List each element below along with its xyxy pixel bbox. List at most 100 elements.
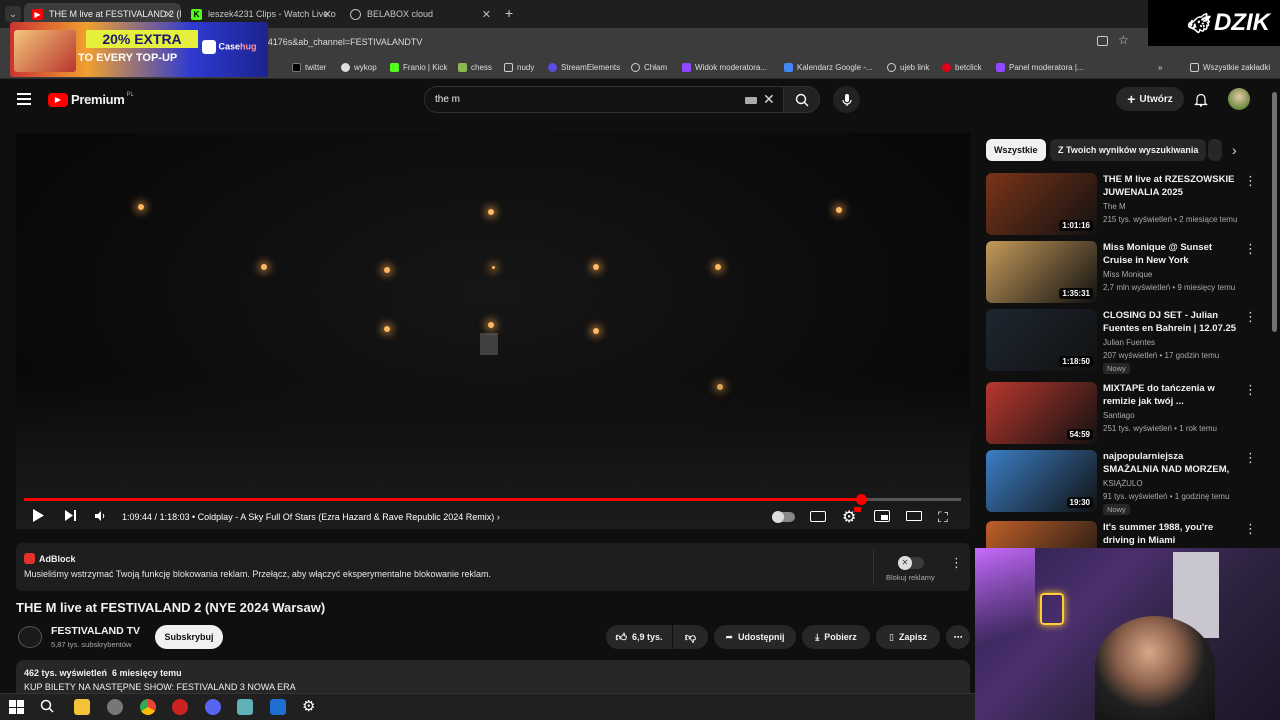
all-bookmarks[interactable]: Wszystkie zakładki (1190, 60, 1270, 74)
chip-from-search[interactable]: Z Twoich wyników wyszukiwania (1050, 139, 1207, 161)
video-title[interactable]: MIXTAPE do tańczenia w remizie jak twój … (1103, 382, 1241, 408)
channel-name[interactable]: Santiago (1103, 411, 1135, 420)
bookmark-star-icon[interactable]: ☆ (1118, 33, 1129, 47)
share-button[interactable]: ➦ Udostępnij (714, 625, 796, 649)
bookmark-moderator-view[interactable]: Widok moderatora... (682, 60, 767, 74)
recommended-video[interactable]: 19:30 najpopularniejsza SMAŻALNIA NAD MOR… (986, 450, 1266, 515)
chip-all[interactable]: Wszystkie (986, 139, 1046, 161)
recommended-video[interactable]: 1:01:16 THE M live at RZESZOWSKIE JUWENAL… (986, 173, 1266, 237)
file-explorer-icon[interactable] (74, 699, 90, 715)
address-input[interactable]: t=4176s&ab_channel=FESTIVALANDTV (260, 32, 1140, 52)
theater-mode-icon[interactable] (906, 511, 922, 521)
windows-start-icon[interactable] (8, 699, 24, 715)
settings-icon[interactable]: ⚙ (302, 699, 318, 715)
menu-icon[interactable] (17, 93, 31, 105)
video-thumbnail[interactable]: 1:18:50 (986, 309, 1097, 371)
block-ads-toggle[interactable]: ✕ (898, 556, 924, 570)
subtitles-icon[interactable] (810, 511, 826, 522)
search-button[interactable] (784, 86, 820, 113)
video-title[interactable]: CLOSING DJ SET - Julian Fuentes en Bahre… (1103, 309, 1241, 335)
video-player[interactable] (16, 133, 970, 529)
youtube-logo[interactable]: ▶ Premium PL (48, 92, 134, 107)
scrollbar[interactable] (1272, 92, 1277, 332)
avatar[interactable] (1228, 88, 1250, 110)
video-thumbnail[interactable]: 1:01:16 (986, 173, 1097, 235)
app-icon[interactable] (270, 699, 286, 715)
bookmarks-overflow-icon[interactable]: » (1158, 60, 1162, 74)
voice-search-button[interactable] (833, 86, 860, 113)
channel-name[interactable]: The M (1103, 202, 1126, 211)
bookmark-moderator-panel[interactable]: Panel moderatora |... (996, 60, 1084, 74)
bookmark-chess[interactable]: chess (458, 60, 492, 74)
channel-name[interactable]: Julian Fuentes (1103, 338, 1155, 347)
dislike-button[interactable]: 👎︎ (673, 625, 708, 649)
recommended-video[interactable]: 1:35:31 Miss Monique @ Sunset Cruise in N… (986, 241, 1266, 305)
bookmark-chlam[interactable]: Chłam (631, 60, 667, 74)
bookmark-streamelements[interactable]: StreamElements (548, 60, 620, 74)
new-tab-button[interactable]: + (505, 5, 513, 21)
subscribe-button[interactable]: Subskrybuj (155, 625, 223, 649)
search-value: the m (435, 94, 461, 105)
bookmark-wykop[interactable]: wykop (341, 60, 377, 74)
notifications-icon[interactable] (1194, 92, 1208, 112)
bookmark-twitter[interactable]: twitter (292, 60, 326, 74)
video-title[interactable]: najpopularniejsza SMAŻALNIA NAD MORZEM, … (1103, 450, 1241, 477)
autoplay-toggle[interactable] (772, 511, 795, 523)
video-title[interactable]: It's summer 1988, you're driving in Miam… (1103, 521, 1241, 547)
search-icon[interactable] (40, 699, 56, 715)
bookmark-betclick[interactable]: betclick (942, 60, 982, 74)
bookmark-ujeb-link[interactable]: ujeb link (887, 60, 929, 74)
recommended-video[interactable]: 54:59 MIXTAPE do tańczenia w remizie jak … (986, 382, 1266, 446)
app-icon[interactable] (107, 699, 123, 715)
channel-avatar[interactable] (18, 626, 42, 648)
progress-bar[interactable] (24, 494, 961, 505)
download-button[interactable]: ⤓ Pobierz (802, 625, 870, 649)
video-thumbnail[interactable]: 19:30 (986, 450, 1097, 512)
channel-name[interactable]: KSIĄŻULO (1103, 479, 1143, 488)
video-thumbnail[interactable]: 54:59 (986, 382, 1097, 444)
create-button[interactable]: + Utwórz (1116, 87, 1184, 111)
keyboard-icon[interactable] (745, 97, 757, 104)
search-input[interactable]: the m ✕ (424, 86, 784, 113)
play-button[interactable] (32, 508, 45, 525)
like-button[interactable]: 👍︎ 6,9 tys. (606, 625, 672, 649)
scrubber-handle[interactable] (855, 494, 867, 505)
more-options-icon[interactable]: ⋮ (1244, 309, 1257, 325)
more-actions-button[interactable]: ⋯ (946, 625, 970, 649)
video-thumbnail[interactable]: 1:35:31 (986, 241, 1097, 303)
install-icon[interactable] (1097, 36, 1108, 46)
discord-icon[interactable] (205, 699, 221, 715)
chevron-right-icon[interactable]: › (1232, 142, 1237, 158)
volume-button[interactable] (94, 510, 106, 524)
fullscreen-icon[interactable]: ⛶ (938, 509, 948, 526)
video-title[interactable]: Miss Monique @ Sunset Cruise in New York… (1103, 241, 1241, 268)
close-icon[interactable]: ✕ (482, 8, 491, 21)
like-count: 6,9 tys. (631, 632, 663, 642)
more-options-icon[interactable]: ⋮ (1244, 450, 1257, 466)
tab-belabox[interactable]: BELABOX cloud ✕ (342, 3, 499, 25)
more-options-icon[interactable]: ⋮ (1244, 173, 1257, 189)
clear-icon[interactable]: ✕ (763, 91, 775, 108)
bookmark-google-calendar[interactable]: Kalendarz Google -... (784, 60, 873, 74)
bookmark-nudy[interactable]: nudy (504, 60, 534, 74)
channel-name[interactable]: FESTIVALAND TV (51, 625, 140, 637)
close-icon[interactable]: ✕ (323, 8, 332, 21)
app-icon[interactable] (172, 699, 188, 715)
more-options-icon[interactable]: ⋮ (950, 555, 963, 571)
tab-search-dropdown[interactable]: ⌄ (5, 6, 21, 22)
recommended-video[interactable]: 1:18:50 CLOSING DJ SET - Julian Fuentes e… (986, 309, 1266, 374)
more-options-icon[interactable]: ⋮ (1244, 241, 1257, 257)
next-button[interactable] (64, 509, 77, 524)
channel-name[interactable]: Miss Monique (1103, 270, 1152, 279)
app-icon[interactable] (237, 699, 253, 715)
chip-partial[interactable] (1208, 139, 1222, 161)
chapter-button[interactable]: • Coldplay - A Sky Full Of Stars (Ezra H… (192, 512, 500, 522)
save-button[interactable]: ▯ Zapisz (876, 625, 940, 649)
close-icon[interactable]: ✕ (164, 8, 173, 21)
more-options-icon[interactable]: ⋮ (1244, 382, 1257, 398)
bookmark-kick[interactable]: Franio | Kick (390, 60, 447, 74)
video-title[interactable]: THE M live at RZESZOWSKIE JUWENALIA 2025 (1103, 173, 1241, 199)
miniplayer-icon[interactable] (874, 510, 890, 522)
more-options-icon[interactable]: ⋮ (1244, 521, 1257, 537)
chrome-icon[interactable] (140, 699, 156, 715)
